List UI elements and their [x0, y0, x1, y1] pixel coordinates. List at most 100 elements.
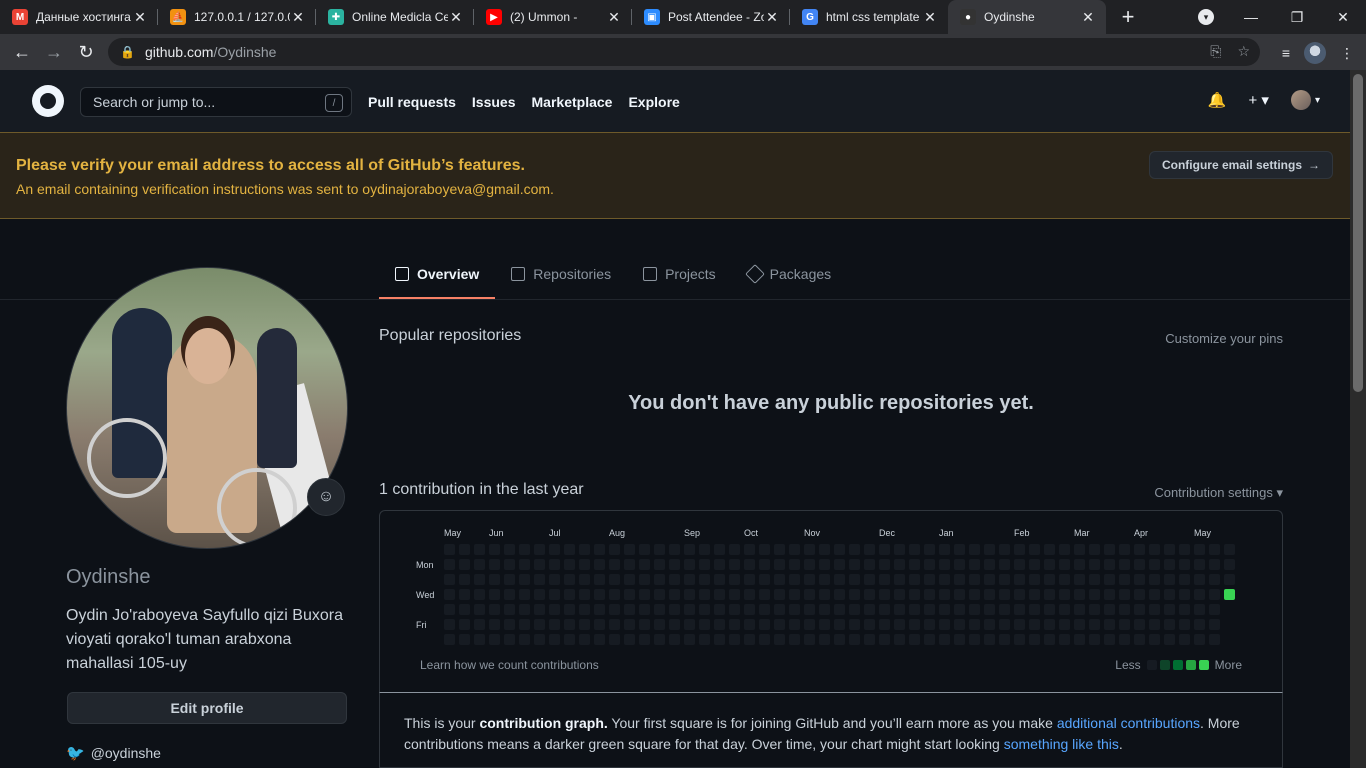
scrollbar-thumb[interactable]: [1353, 74, 1363, 392]
contribution-day-cell[interactable]: [1149, 589, 1160, 600]
contribution-day-cell[interactable]: [834, 559, 845, 570]
tab-packages[interactable]: Packages: [732, 252, 847, 299]
contribution-day-cell[interactable]: [1134, 559, 1145, 570]
contribution-day-cell[interactable]: [744, 574, 755, 585]
contribution-day-cell[interactable]: [639, 574, 650, 585]
contribution-day-cell[interactable]: [999, 544, 1010, 555]
contribution-day-cell[interactable]: [729, 589, 740, 600]
tab-search-icon[interactable]: ▾: [1198, 9, 1214, 25]
contribution-day-cell[interactable]: [519, 634, 530, 645]
contribution-day-cell[interactable]: [654, 604, 665, 615]
contribution-day-cell[interactable]: [579, 544, 590, 555]
browser-tab[interactable]: ✚ Online Medicla Center✕: [316, 0, 474, 34]
contribution-day-cell[interactable]: [894, 574, 905, 585]
contribution-day-cell[interactable]: [579, 559, 590, 570]
contribution-day-cell[interactable]: [444, 589, 455, 600]
contribution-day-cell[interactable]: [1014, 544, 1025, 555]
contribution-day-cell[interactable]: [1119, 544, 1130, 555]
contribution-day-cell[interactable]: [489, 544, 500, 555]
contribution-day-cell[interactable]: [669, 604, 680, 615]
browser-tab[interactable]: M Данные хостинга ✕: [0, 0, 158, 34]
contribution-day-cell[interactable]: [804, 544, 815, 555]
contribution-day-cell[interactable]: [1134, 619, 1145, 630]
contribution-day-cell[interactable]: [1134, 604, 1145, 615]
contribution-day-cell[interactable]: [894, 559, 905, 570]
contribution-day-cell[interactable]: [849, 589, 860, 600]
contribution-day-cell[interactable]: [1179, 544, 1190, 555]
contribution-day-cell[interactable]: [564, 634, 575, 645]
contribution-day-cell[interactable]: [804, 574, 815, 585]
contribution-day-cell[interactable]: [504, 634, 515, 645]
contribution-day-cell[interactable]: [444, 634, 455, 645]
tab-close-icon[interactable]: ✕: [606, 9, 622, 26]
restore-icon[interactable]: ❐: [1274, 9, 1320, 26]
contribution-day-cell[interactable]: [1044, 559, 1055, 570]
contribution-day-cell[interactable]: [744, 634, 755, 645]
tab-projects[interactable]: Projects: [627, 252, 732, 299]
contribution-day-cell[interactable]: [834, 574, 845, 585]
contribution-day-cell[interactable]: [1224, 574, 1235, 585]
contribution-day-cell[interactable]: [549, 544, 560, 555]
contribution-day-cell[interactable]: [969, 589, 980, 600]
browser-tab[interactable]: ⛵ 127.0.0.1 / 127.0.0.1✕: [158, 0, 316, 34]
new-tab-button[interactable]: +: [1114, 3, 1142, 31]
contribution-day-cell[interactable]: [474, 634, 485, 645]
contribution-day-cell[interactable]: [684, 619, 695, 630]
tab-close-icon[interactable]: ✕: [922, 9, 938, 26]
contribution-day-cell[interactable]: [879, 589, 890, 600]
contribution-day-cell[interactable]: [564, 574, 575, 585]
contribution-day-cell[interactable]: [999, 634, 1010, 645]
contribution-day-cell[interactable]: [1029, 604, 1040, 615]
contribution-day-cell[interactable]: [714, 574, 725, 585]
something-like-this-link[interactable]: something like this: [1004, 736, 1119, 752]
contribution-day-cell[interactable]: [804, 619, 815, 630]
contribution-day-cell[interactable]: [969, 544, 980, 555]
contribution-day-cell[interactable]: [984, 544, 995, 555]
contribution-day-cell[interactable]: [579, 619, 590, 630]
contribution-day-cell[interactable]: [444, 619, 455, 630]
set-status-smiley-icon[interactable]: ☺: [307, 478, 345, 516]
contribution-day-cell[interactable]: [519, 559, 530, 570]
contribution-day-cell[interactable]: [1209, 604, 1220, 615]
contribution-day-cell[interactable]: [684, 544, 695, 555]
contribution-day-cell[interactable]: [759, 559, 770, 570]
contribution-day-cell[interactable]: [804, 589, 815, 600]
contribution-day-cell[interactable]: [939, 559, 950, 570]
contribution-day-cell[interactable]: [594, 619, 605, 630]
contribution-day-cell[interactable]: [1074, 559, 1085, 570]
media-control-icon[interactable]: ≡: [1282, 45, 1290, 61]
contribution-day-cell[interactable]: [819, 589, 830, 600]
contribution-day-cell[interactable]: [684, 559, 695, 570]
contribution-day-cell[interactable]: [789, 589, 800, 600]
contribution-day-cell[interactable]: [489, 604, 500, 615]
contribution-day-cell[interactable]: [669, 619, 680, 630]
contribution-day-cell[interactable]: [1074, 634, 1085, 645]
contribution-day-cell[interactable]: [549, 574, 560, 585]
contribution-day-cell[interactable]: [1164, 604, 1175, 615]
contribution-day-cell[interactable]: [864, 574, 875, 585]
additional-contributions-link[interactable]: additional contributions: [1057, 715, 1200, 731]
browser-tab[interactable]: ▣ Post Attendee - Zoom✕: [632, 0, 790, 34]
contribution-day-cell[interactable]: [819, 574, 830, 585]
contribution-day-cell[interactable]: [789, 574, 800, 585]
contribution-day-cell[interactable]: [1044, 619, 1055, 630]
contribution-day-cell[interactable]: [519, 544, 530, 555]
contribution-day-cell[interactable]: [1029, 574, 1040, 585]
contribution-day-cell[interactable]: [789, 544, 800, 555]
configure-email-button[interactable]: Configure email settings →: [1148, 151, 1333, 179]
contribution-day-cell[interactable]: [834, 589, 845, 600]
contribution-day-cell[interactable]: [579, 574, 590, 585]
contribution-day-cell[interactable]: [669, 559, 680, 570]
contribution-day-cell[interactable]: [909, 634, 920, 645]
contribution-day-cell[interactable]: [849, 574, 860, 585]
contribution-day-cell[interactable]: [444, 604, 455, 615]
contribution-day-cell[interactable]: [504, 589, 515, 600]
contribution-day-cell[interactable]: [789, 619, 800, 630]
contribution-day-cell[interactable]: [474, 619, 485, 630]
contribution-day-cell[interactable]: [1104, 619, 1115, 630]
contribution-day-cell[interactable]: [1134, 589, 1145, 600]
contribution-day-cell[interactable]: [1194, 619, 1205, 630]
contribution-day-cell[interactable]: [1179, 559, 1190, 570]
contribution-day-cell[interactable]: [1119, 559, 1130, 570]
contribution-day-cell[interactable]: [1119, 589, 1130, 600]
